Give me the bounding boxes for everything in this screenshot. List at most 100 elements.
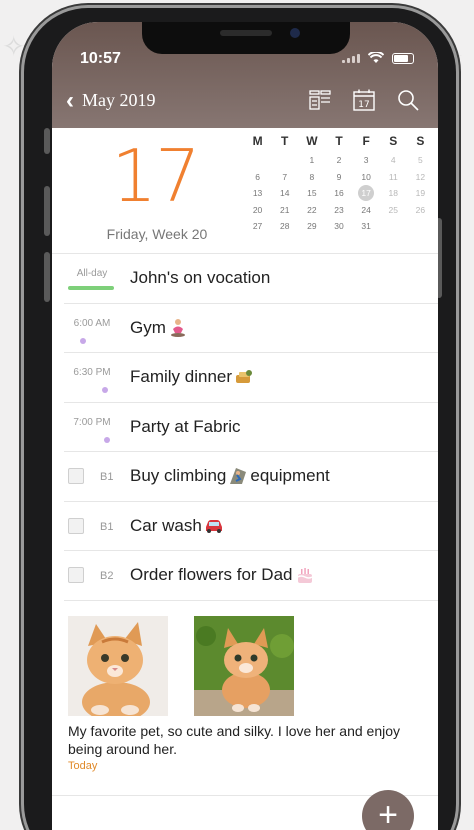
mini-calendar-day[interactable]: 2 xyxy=(325,152,352,169)
mini-calendar-week: 6 7 8 9 10 11 12 xyxy=(244,169,434,186)
event-row[interactable]: All-day John's on vocation xyxy=(64,254,438,304)
search-icon[interactable] xyxy=(396,88,420,112)
weekday-label: M xyxy=(252,134,263,148)
day-header: 17 Friday, Week 20 MTWTFSS 1 2 3 4 5 6 7 8 9 10 11… xyxy=(52,128,438,254)
agenda-view-icon[interactable] xyxy=(308,88,332,112)
back-to-month-button[interactable]: ‹ May 2019 xyxy=(66,86,156,114)
mini-calendar-day[interactable]: 7 xyxy=(271,169,298,186)
mini-calendar-days: 1 2 3 4 5 6 7 8 9 10 11 12 13 14 15 16 17 18 19 20 21 22 23 24 2… xyxy=(244,152,434,235)
mini-calendar-weekdays: MTWTFSS xyxy=(244,134,434,152)
mini-calendar-empty xyxy=(244,152,271,169)
event-title: Family dinner xyxy=(130,367,254,387)
dinner-emoji-icon xyxy=(236,370,253,383)
mini-calendar-day[interactable]: 13 xyxy=(244,185,271,202)
mini-calendar-day[interactable]: 26 xyxy=(407,202,434,219)
month-label: May 2019 xyxy=(82,90,156,110)
mini-calendar-week: 27 28 29 30 31 xyxy=(244,218,434,235)
app-screen: 10:57 ‹ May 2019 17 17 Friday, Week 20 M… xyxy=(52,22,438,830)
mini-calendar-day[interactable]: 18 xyxy=(380,185,407,202)
mini-calendar-day[interactable]: 22 xyxy=(298,202,325,219)
task-row[interactable]: B1 Buy climbing equipment xyxy=(64,452,438,502)
mini-calendar-day[interactable]: 21 xyxy=(271,202,298,219)
chevron-left-icon: ‹ xyxy=(66,86,74,114)
event-dot xyxy=(80,337,86,344)
task-title: Car wash xyxy=(130,516,224,536)
task-priority: B1 xyxy=(100,520,114,533)
mini-calendar-day[interactable]: 9 xyxy=(325,169,352,186)
task-priority: B1 xyxy=(100,471,114,483)
mini-calendar-day[interactable]: 14 xyxy=(271,185,298,202)
note-text: My favorite pet, so cute and silky. I lo… xyxy=(68,723,401,757)
mini-calendar-day[interactable]: 25 xyxy=(380,202,407,219)
calendar-today-icon[interactable]: 17 xyxy=(352,88,376,112)
task-priority: B2 xyxy=(100,570,114,582)
mini-calendar-day[interactable]: 4 xyxy=(380,152,407,169)
yoga-emoji-icon xyxy=(170,318,185,337)
note-card[interactable]: My favorite pet, so cute and silky. I lo… xyxy=(52,606,438,796)
task-row[interactable]: B2 Order flowers for Dad xyxy=(64,551,438,601)
mini-calendar-day[interactable]: 27 xyxy=(244,218,271,235)
task-checkbox[interactable] xyxy=(68,517,84,534)
kitten-photo-1[interactable] xyxy=(68,616,168,716)
mini-calendar-day[interactable]: 5 xyxy=(407,152,434,169)
status-time: 10:57 xyxy=(80,50,121,67)
mini-calendar-day[interactable]: 17 xyxy=(358,185,375,201)
event-dot xyxy=(104,436,110,443)
battery-icon xyxy=(392,52,414,64)
event-row[interactable]: 6:30 PM Family dinner xyxy=(64,353,438,403)
allday-bar xyxy=(68,286,114,290)
weekday-label: F xyxy=(362,134,370,148)
mute-switch xyxy=(44,128,50,154)
mini-calendar-day[interactable]: 30 xyxy=(325,218,352,235)
mini-calendar-day[interactable]: 23 xyxy=(325,202,352,219)
task-checkbox[interactable] xyxy=(68,468,84,484)
mini-calendar-day[interactable]: 1 xyxy=(298,152,325,169)
volume-down-button xyxy=(44,252,50,302)
weekday-label: T xyxy=(281,134,289,148)
mini-calendar-day[interactable]: 10 xyxy=(353,169,380,186)
speaker xyxy=(220,30,272,36)
mini-calendar-day[interactable]: 12 xyxy=(407,169,434,186)
volume-up-button xyxy=(44,186,50,236)
event-time: 7:00 PM xyxy=(73,416,111,428)
front-camera xyxy=(290,28,300,38)
toolbar-icons: 17 xyxy=(308,88,420,112)
mini-calendar-empty xyxy=(271,152,298,169)
task-row[interactable]: B1 Car wash xyxy=(64,502,438,551)
mini-calendar-day[interactable]: 19 xyxy=(407,185,434,202)
event-title: Gym xyxy=(130,318,188,338)
event-time: 6:00 AM xyxy=(73,317,111,329)
mini-calendar-day[interactable]: 29 xyxy=(298,218,325,235)
event-title: Party at Fabric xyxy=(130,416,241,436)
mini-calendar-day[interactable]: 24 xyxy=(353,202,380,219)
mini-calendar-day[interactable]: 20 xyxy=(244,202,271,219)
task-title: Buy climbing equipment xyxy=(130,466,330,485)
signal-icon xyxy=(342,53,360,63)
wifi-icon xyxy=(368,52,384,63)
mini-calendar-day[interactable]: 28 xyxy=(271,218,298,235)
event-row[interactable]: 6:00 AM Gym xyxy=(64,304,438,353)
note-date: Today xyxy=(68,760,98,772)
mini-calendar-day[interactable]: 31 xyxy=(353,218,380,235)
task-title: Order flowers for Dad xyxy=(130,565,315,585)
mini-calendar-day[interactable]: 11 xyxy=(380,169,407,186)
weekday-label: S xyxy=(389,134,398,148)
event-time: 6:30 PM xyxy=(73,367,111,378)
car-emoji-icon xyxy=(205,519,222,533)
add-button[interactable]: + xyxy=(362,790,414,830)
event-time: All-day xyxy=(76,268,108,279)
kitten-photo-2[interactable] xyxy=(194,616,294,716)
task-checkbox[interactable] xyxy=(68,567,84,583)
event-title: John's on vocation xyxy=(130,268,271,287)
day-number: 17 xyxy=(111,134,201,218)
status-icons xyxy=(342,52,414,64)
notch xyxy=(142,22,350,54)
mini-calendar-day[interactable]: 6 xyxy=(244,169,271,186)
mini-calendar-day[interactable]: 8 xyxy=(298,169,325,186)
mini-calendar-day[interactable]: 16 xyxy=(325,185,352,202)
mini-calendar-empty xyxy=(380,218,407,235)
svg-text:17: 17 xyxy=(358,100,369,110)
event-row[interactable]: 7:00 PM Party at Fabric xyxy=(64,403,438,452)
mini-calendar-day[interactable]: 15 xyxy=(298,185,325,202)
mini-calendar-day[interactable]: 3 xyxy=(353,152,380,169)
